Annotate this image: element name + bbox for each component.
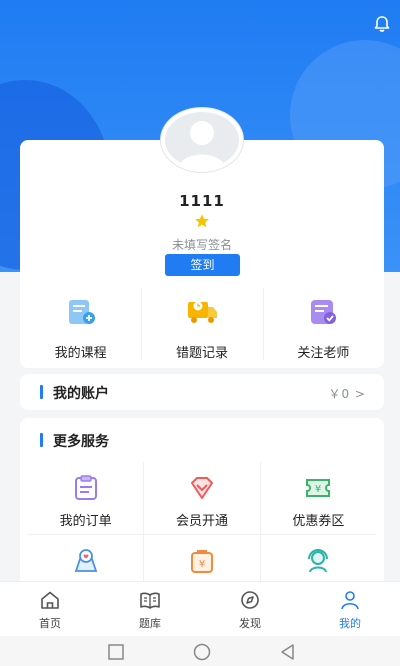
more-services-card: 更多服务 我的订单 会员开通 ¥ 优惠券区 ¥ [20, 418, 384, 588]
order-icon [74, 475, 97, 500]
account-title: 我的账户 [53, 386, 109, 402]
back-icon[interactable] [279, 643, 297, 661]
course-icon [68, 300, 95, 324]
chat-location-icon [74, 549, 97, 572]
avatar[interactable] [161, 108, 243, 172]
star-icon [195, 214, 209, 228]
username: 1111 [179, 192, 225, 210]
home-button-icon[interactable] [193, 643, 211, 661]
quick-action-label: 关注老师 [297, 346, 350, 361]
system-navigation-bar [0, 636, 400, 666]
follow-teacher-icon [311, 300, 337, 324]
tab-discover[interactable]: 发现 [200, 582, 300, 636]
quick-action-my-courses[interactable]: 我的课程 [20, 288, 141, 361]
account-balance: ￥0 > [328, 387, 366, 401]
tab-home[interactable]: 首页 [0, 582, 100, 636]
question-bank-icon [140, 592, 160, 609]
service-label: 会员开通 [175, 514, 228, 529]
quick-actions: 我的课程 错题记录 关注老师 [20, 288, 384, 361]
quick-action-follow-teacher[interactable]: 关注老师 [262, 288, 384, 361]
quick-action-mistakes[interactable]: 错题记录 [141, 288, 262, 361]
user-icon [341, 591, 359, 610]
quick-action-label: 我的课程 [54, 346, 107, 361]
service-membership[interactable]: 会员开通 [143, 462, 259, 534]
services-grid: 我的订单 会员开通 ¥ 优惠券区 ¥ [28, 462, 376, 588]
tab-label: 首页 [39, 617, 61, 630]
signature-text: 未填写签名 [171, 238, 232, 252]
svg-text:¥: ¥ [315, 484, 321, 495]
profile-card: 1111 未填写签名 签到 我的课程 错题记录 关注老师 [20, 140, 384, 368]
tab-question-bank[interactable]: 题库 [100, 582, 200, 636]
tab-mine[interactable]: 我的 [300, 582, 400, 636]
customer-service-icon [308, 549, 329, 573]
member-diamond-icon [190, 477, 213, 499]
service-label: 优惠券区 [292, 514, 345, 529]
default-avatar-icon [179, 121, 225, 168]
quick-action-label: 错题记录 [175, 346, 228, 361]
sign-in-button[interactable]: 签到 [165, 254, 240, 276]
tab-label: 我的 [339, 617, 361, 630]
notification-bell-icon[interactable] [372, 14, 392, 34]
tab-label: 发现 [239, 617, 261, 630]
my-account-row[interactable]: 我的账户 ￥0 > [20, 374, 384, 410]
section-accent-bar [40, 433, 43, 447]
mistakes-truck-icon [187, 301, 217, 323]
service-label: 我的订单 [59, 514, 112, 529]
wallet-icon: ¥ [190, 550, 213, 573]
recent-apps-icon[interactable] [107, 643, 125, 661]
service-coupons[interactable]: ¥ 优惠券区 [259, 462, 376, 534]
discover-icon [241, 591, 259, 609]
services-title: 更多服务 [53, 434, 109, 450]
home-icon [41, 591, 59, 609]
bottom-tab-bar: 首页 题库 发现 我的 [0, 581, 400, 636]
service-my-orders[interactable]: 我的订单 [28, 462, 143, 534]
svg-text:¥: ¥ [199, 559, 205, 570]
coupon-icon: ¥ [306, 479, 331, 497]
tab-label: 题库 [139, 617, 161, 630]
section-accent-bar [40, 385, 43, 399]
